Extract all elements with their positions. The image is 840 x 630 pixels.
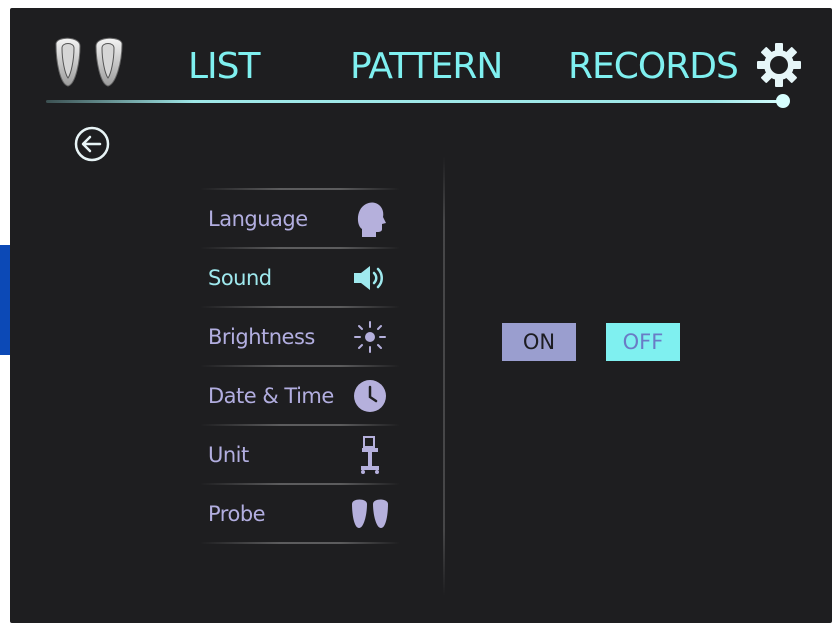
vertical-divider bbox=[443, 156, 445, 596]
settings-menu: Language Sound Brightness Date & Time Un… bbox=[200, 188, 400, 544]
menu-item-sound[interactable]: Sound bbox=[200, 249, 400, 306]
top-nav: LIST PATTERN RECORDS bbox=[10, 8, 832, 118]
menu-item-label: Probe bbox=[208, 501, 266, 526]
head-profile-icon bbox=[350, 199, 390, 239]
nav-pattern[interactable]: PATTERN bbox=[350, 46, 503, 87]
sound-on-button[interactable]: ON bbox=[502, 323, 576, 361]
menu-item-label: Brightness bbox=[208, 324, 315, 349]
menu-item-label: Language bbox=[208, 206, 308, 231]
nav-underline bbox=[46, 100, 786, 103]
menu-item-brightness[interactable]: Brightness bbox=[200, 308, 400, 365]
nav-list[interactable]: LIST bbox=[188, 46, 261, 87]
sound-off-button[interactable]: OFF bbox=[606, 323, 680, 361]
device-stand-icon bbox=[350, 435, 390, 475]
menu-item-language[interactable]: Language bbox=[200, 190, 400, 247]
menu-item-label: Sound bbox=[208, 265, 272, 290]
probe-pair-icon bbox=[350, 494, 390, 534]
back-arrow-icon[interactable] bbox=[72, 124, 112, 164]
menu-item-date-time[interactable]: Date & Time bbox=[200, 367, 400, 424]
nav-records[interactable]: RECORDS bbox=[568, 46, 739, 87]
menu-item-label: Date & Time bbox=[208, 383, 334, 408]
menu-separator bbox=[200, 542, 400, 544]
menu-item-label: Unit bbox=[208, 442, 249, 467]
sun-icon bbox=[350, 317, 390, 357]
menu-item-probe[interactable]: Probe bbox=[200, 485, 400, 542]
nav-position-dot bbox=[776, 94, 790, 108]
settings-gear-icon[interactable] bbox=[754, 40, 804, 90]
device-screen: LIST PATTERN RECORDS Language Sound Brig… bbox=[10, 8, 832, 623]
probe-logo-icon[interactable] bbox=[50, 34, 132, 90]
menu-item-unit[interactable]: Unit bbox=[200, 426, 400, 483]
clock-icon bbox=[350, 376, 390, 416]
speaker-icon bbox=[350, 258, 390, 298]
